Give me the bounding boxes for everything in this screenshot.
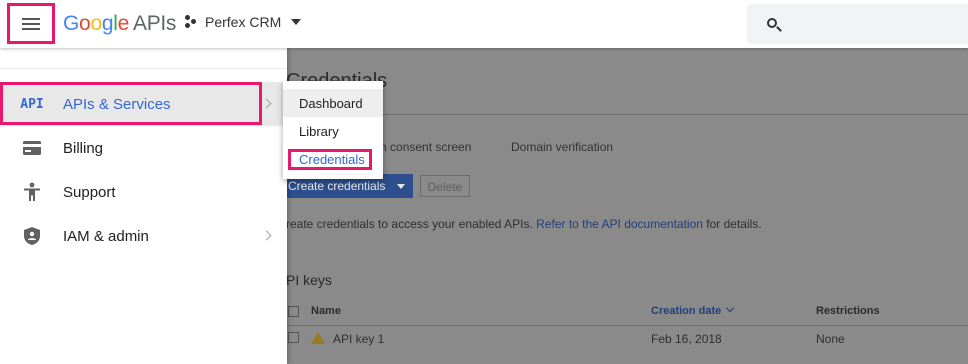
- divider: [0, 68, 287, 69]
- divider: [286, 114, 968, 115]
- nav-item-label: Billing: [63, 139, 104, 157]
- nav-item-label: Support: [63, 183, 116, 201]
- nav-item-label: IAM & admin: [63, 227, 149, 245]
- chevron-down-icon: [291, 19, 302, 25]
- table-header: Name Creation date Restrictions: [286, 296, 968, 326]
- info-suffix: for details.: [706, 217, 762, 231]
- nav-item-support[interactable]: Support: [0, 170, 287, 214]
- api-icon: API: [20, 96, 44, 112]
- project-name: Perfex CRM: [205, 14, 282, 30]
- row-checkbox[interactable]: [288, 332, 299, 343]
- apis-services-submenu: Dashboard Library Credentials: [283, 81, 383, 179]
- project-selector[interactable]: Perfex CRM: [185, 14, 302, 30]
- submenu-item-dashboard[interactable]: Dashboard: [283, 89, 383, 117]
- tab-oauth-consent[interactable]: uth consent screen: [370, 140, 471, 154]
- column-restrictions[interactable]: Restrictions: [816, 305, 880, 317]
- billing-icon: [20, 136, 44, 160]
- nav-item-billing[interactable]: Billing: [0, 126, 287, 170]
- info-prefix: reate credentials to access your enabled…: [286, 217, 533, 231]
- search-input[interactable]: [747, 4, 968, 44]
- nav-item-apis-services[interactable]: API APIs & Services: [0, 82, 287, 126]
- chevron-right-icon: [261, 98, 272, 109]
- column-creation-date[interactable]: Creation date: [651, 305, 721, 317]
- api-key-date: Feb 16, 2018: [651, 332, 722, 346]
- tab-domain-verification[interactable]: Domain verification: [511, 140, 613, 154]
- warning-icon: [311, 332, 325, 344]
- submenu-item-credentials[interactable]: Credentials: [283, 145, 383, 173]
- create-credentials-label: Create credentials: [288, 179, 386, 193]
- nav-drawer: API APIs & Services Billing Support IAM …: [0, 48, 287, 364]
- nav-item-label: APIs & Services: [63, 95, 171, 113]
- support-person-icon: [20, 180, 44, 204]
- column-name[interactable]: Name: [311, 305, 341, 317]
- api-key-name[interactable]: API key 1: [333, 332, 384, 346]
- select-all-checkbox[interactable]: [288, 306, 299, 317]
- table-row[interactable]: API key 1 Feb 16, 2018 None: [286, 327, 968, 364]
- nav-item-iam-admin[interactable]: IAM & admin: [0, 214, 287, 258]
- google-apis-logo[interactable]: Google APIs: [63, 12, 176, 36]
- chevron-right-icon: [261, 230, 272, 241]
- hamburger-icon: [22, 17, 40, 30]
- main-menu-button[interactable]: [7, 3, 55, 44]
- info-text: reate credentials to access your enabled…: [286, 217, 762, 231]
- project-icon: [185, 15, 199, 29]
- shield-icon: [20, 224, 44, 248]
- delete-button[interactable]: Delete: [420, 175, 470, 197]
- api-key-restrictions: None: [816, 332, 845, 346]
- sort-down-icon: [725, 303, 735, 313]
- top-app-bar: Google APIs Perfex CRM: [0, 0, 968, 48]
- dropdown-arrow-icon: [397, 184, 405, 189]
- search-icon: [767, 18, 777, 28]
- api-docs-link[interactable]: Refer to the API documentation: [536, 217, 703, 231]
- submenu-item-library[interactable]: Library: [283, 117, 383, 145]
- section-title: PI keys: [286, 272, 332, 288]
